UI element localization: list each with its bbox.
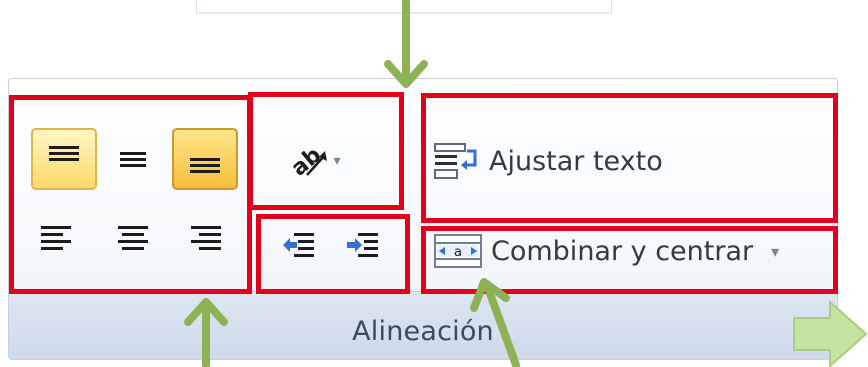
down-arrow-orientation: [384, 0, 428, 88]
right-callout-arrow: [793, 300, 868, 367]
group-title: Alineación: [352, 316, 494, 347]
group-footer: Alineación: [9, 291, 837, 359]
orientation-highlight: [248, 92, 404, 210]
vertical-horizontal-alignment-highlight: [9, 95, 252, 294]
up-arrow-merge-center: [470, 278, 520, 367]
wrap-text-highlight: [421, 93, 838, 223]
indent-highlight: [256, 214, 410, 294]
up-arrow-alignment: [184, 298, 228, 367]
